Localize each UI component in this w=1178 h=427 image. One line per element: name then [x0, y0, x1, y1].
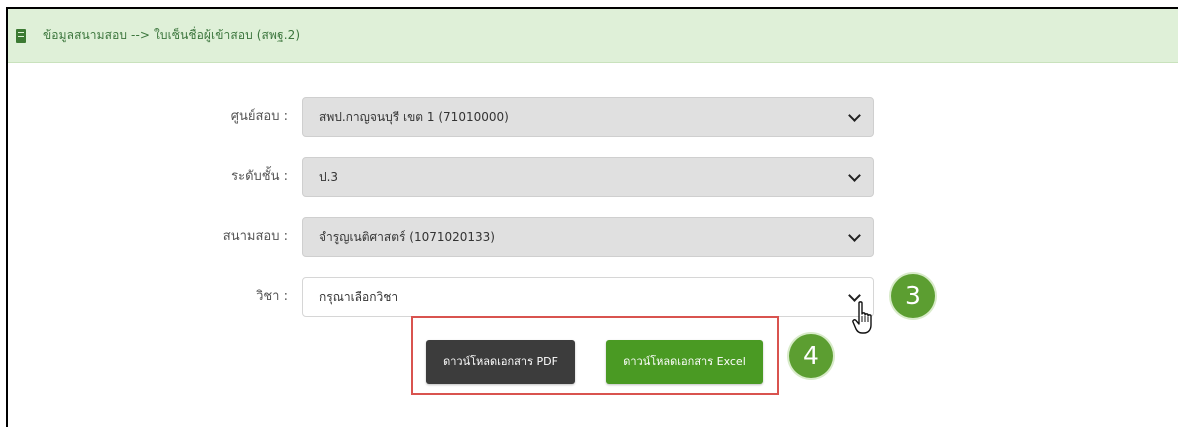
download-excel-button[interactable]: ดาวน์โหลดเอกสาร Excel	[606, 340, 763, 384]
subject-label: วิชา :	[256, 289, 288, 304]
building-icon	[16, 28, 26, 43]
form-row-level: ระดับชั้น : ป.3	[0, 157, 1178, 197]
level-select[interactable]: ป.3	[302, 157, 874, 197]
site-label: สนามสอบ :	[222, 229, 288, 244]
subject-select[interactable]: กรุณาเลือกวิชา	[302, 277, 874, 317]
chevron-down-icon	[848, 229, 861, 242]
download-buttons-highlight: ดาวน์โหลดเอกสาร PDF ดาวน์โหลดเอกสาร Exce…	[411, 316, 779, 395]
level-label: ระดับชั้น :	[231, 169, 288, 184]
subject-select-value: กรุณาเลือกวิชา	[319, 289, 399, 304]
form-row-subject: วิชา : กรุณาเลือกวิชา	[0, 277, 1178, 317]
site-select[interactable]: จำรูญเนติศาสตร์ (1071020133)	[302, 217, 874, 257]
chevron-down-icon	[848, 169, 861, 182]
site-select-value: จำรูญเนติศาสตร์ (1071020133)	[319, 229, 495, 244]
download-pdf-button[interactable]: ดาวน์โหลดเอกสาร PDF	[426, 340, 575, 384]
step-3-badge: 3	[891, 274, 935, 318]
chevron-down-icon	[848, 109, 861, 122]
level-select-value: ป.3	[319, 169, 339, 184]
center-label: ศูนย์สอบ :	[230, 109, 288, 124]
hand-cursor-icon	[852, 301, 872, 334]
panel-title: ข้อมูลสนามสอบ --> ใบเซ็นชื่อผู้เข้าสอบ (…	[43, 28, 301, 42]
center-select[interactable]: สพป.กาญจนบุรี เขต 1 (71010000)	[302, 97, 874, 137]
form-row-center: ศูนย์สอบ : สพป.กาญจนบุรี เขต 1 (71010000…	[0, 97, 1178, 137]
center-select-value: สพป.กาญจนบุรี เขต 1 (71010000)	[319, 109, 509, 124]
form-row-site: สนามสอบ : จำรูญเนติศาสตร์ (1071020133)	[0, 217, 1178, 257]
step-4-badge: 4	[789, 334, 833, 378]
panel-header: ข้อมูลสนามสอบ --> ใบเซ็นชื่อผู้เข้าสอบ (…	[8, 9, 1178, 63]
